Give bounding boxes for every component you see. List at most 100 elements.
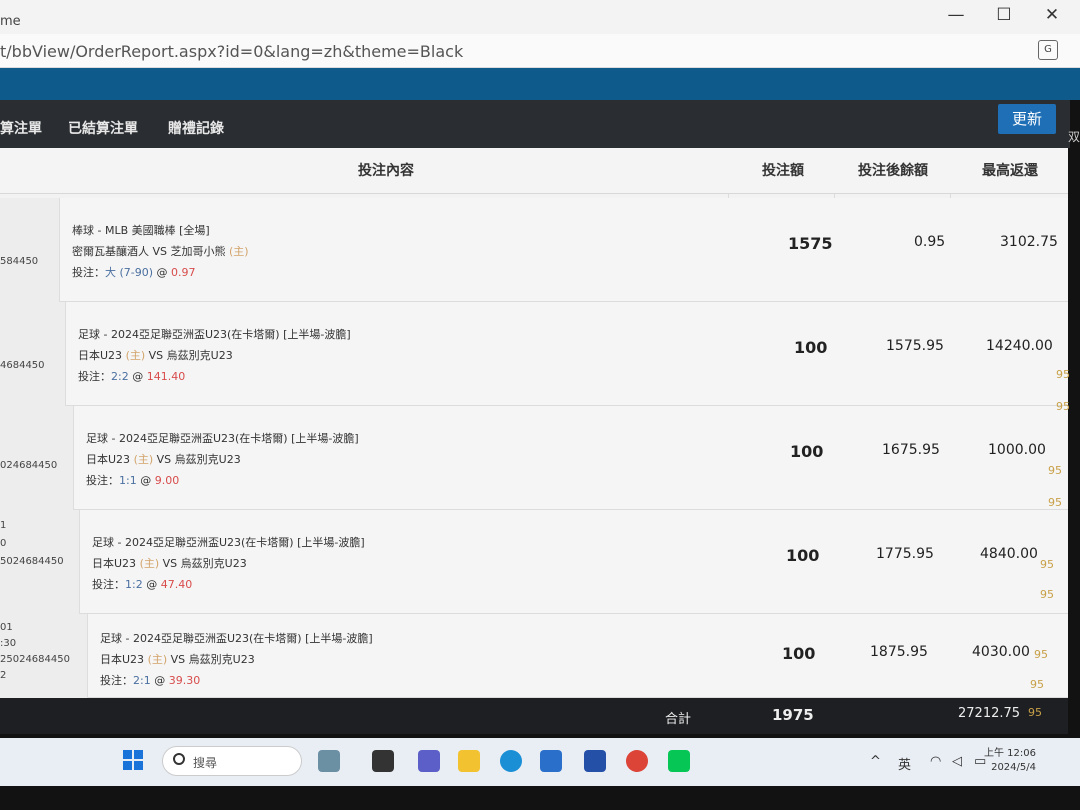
minimize-button[interactable]: — [936, 4, 976, 26]
header-max-return: 最高返還 [982, 163, 1038, 179]
balance-value: 1875.95 [870, 644, 928, 660]
tab-gift-records[interactable]: 贈禮記錄 [168, 118, 224, 138]
table-row[interactable]: 01 :30 25024684450 2 足球 - 2024亞足聯亞洲盃U23(… [0, 614, 1068, 698]
match-line: 密爾瓦基釀酒人 VS 芝加哥小熊 (主) [72, 241, 249, 262]
bet-selection: 1:2 [125, 578, 143, 591]
side-number: 95 [1028, 706, 1042, 719]
order-id-cell: 01 :30 25024684450 2 [0, 614, 88, 698]
tab-unsettled-orders[interactable]: 算注單 [0, 118, 42, 138]
team-a: 日本U23 [86, 453, 131, 466]
volume-icon[interactable]: ◁ [952, 754, 962, 769]
taskbar-search[interactable]: 搜尋 [162, 746, 302, 776]
browser-titlebar: me — ☐ ✕ [0, 0, 1080, 34]
window-title: me [0, 14, 21, 29]
total-label: 合計 [665, 712, 692, 727]
order-id: 4684450 [0, 360, 45, 371]
max-return-value: 14240.00 [986, 338, 1053, 354]
table-row[interactable]: 584450 棒球 - MLB 美國職棒 [全場] 密爾瓦基釀酒人 VS 芝加哥… [0, 198, 1068, 302]
header-balance: 投注後餘額 [858, 163, 928, 179]
header-content: 投注內容 [358, 163, 414, 179]
bet-prefix: 投注： [72, 266, 105, 279]
bet-line: 投注：2:1 @ 39.30 [100, 670, 373, 691]
balance-value: 1575.95 [886, 338, 944, 354]
windows-start-icon[interactable] [123, 750, 143, 770]
order-id-cell: 1 0 5024684450 [0, 510, 80, 614]
clock-time: 上午 12:06 [984, 748, 1036, 759]
teams-icon[interactable] [418, 750, 440, 772]
team-b: 烏茲別克U23 [174, 453, 241, 466]
file-explorer-icon[interactable] [458, 750, 480, 772]
event-title: 足球 - 2024亞足聯亞洲盃U23(在卡塔爾) [上半場-波膽] [92, 536, 365, 549]
header-stake: 投注額 [762, 163, 804, 179]
home-mark: (主) [229, 245, 249, 258]
max-return-value: 1000.00 [988, 442, 1046, 458]
close-button[interactable]: ✕ [1032, 4, 1072, 26]
address-bar[interactable]: t/bbView/OrderReport.aspx?id=0&lang=zh&t… [0, 34, 1080, 68]
taskbar-clock[interactable]: 上午 12:06 2024/5/4 [984, 747, 1036, 775]
bet-odds: 141.40 [146, 370, 186, 383]
order-id: :30 [0, 638, 17, 649]
maximize-button[interactable]: ☐ [984, 4, 1024, 26]
total-max-return: 27212.75 [958, 706, 1021, 721]
side-edge-label: 双 [1068, 130, 1080, 144]
stake-value: 100 [794, 338, 828, 357]
line-app-icon[interactable] [668, 750, 690, 772]
home-mark: (主) [147, 653, 168, 666]
order-id: 25024684450 [0, 654, 70, 665]
bet-selection: 2:2 [111, 370, 129, 383]
app-icon[interactable] [584, 750, 606, 772]
search-placeholder: 搜尋 [193, 756, 218, 770]
bet-odds: 9.00 [154, 474, 180, 487]
table-row[interactable]: 4684450 足球 - 2024亞足聯亞洲盃U23(在卡塔爾) [上半場-波膽… [0, 302, 1068, 406]
table-row[interactable]: 024684450 足球 - 2024亞足聯亞洲盃U23(在卡塔爾) [上半場-… [0, 406, 1068, 510]
ime-indicator[interactable]: 英 [898, 754, 911, 773]
widgets-icon[interactable] [318, 750, 340, 772]
max-return-value: 4030.00 [972, 644, 1030, 660]
side-number: 95 [1034, 648, 1048, 661]
team-b: 烏茲別克U23 [180, 557, 247, 570]
edge-browser-icon[interactable] [500, 750, 522, 772]
at-sign: @ [156, 266, 168, 279]
event-title: 足球 - 2024亞足聯亞洲盃U23(在卡塔爾) [上半場-波膽] [100, 632, 373, 645]
home-mark: (主) [139, 557, 160, 570]
bet-selection: 1:1 [119, 474, 137, 487]
balance-value: 1675.95 [882, 442, 940, 458]
report-nav: 算注單 已結算注單 贈禮記錄 更新 [0, 100, 1070, 148]
wifi-icon[interactable]: ◠ [930, 754, 941, 769]
side-number: 95 [1048, 496, 1062, 509]
task-view-icon[interactable] [372, 750, 394, 772]
url-text[interactable]: t/bbView/OrderReport.aspx?id=0&lang=zh&t… [0, 42, 463, 61]
order-id: 584450 [0, 256, 39, 267]
bet-line: 投注：大 (7-90) @ 0.97 [72, 262, 249, 283]
balance-value: 0.95 [914, 234, 946, 250]
bet-content: 足球 - 2024亞足聯亞洲盃U23(在卡塔爾) [上半場-波膽] 日本U23 … [92, 532, 365, 595]
order-id: 0 [0, 538, 7, 549]
side-number: 95 [1056, 368, 1070, 381]
table-row[interactable]: 1 0 5024684450 足球 - 2024亞足聯亞洲盃U23(在卡塔爾) … [0, 510, 1068, 614]
translate-icon[interactable]: G [1038, 40, 1058, 60]
vs-label: VS [148, 349, 164, 362]
tray-chevron-up-icon[interactable]: ^ [870, 754, 881, 769]
vs-label: VS [152, 245, 168, 258]
at-sign: @ [154, 674, 166, 687]
bet-odds: 47.40 [160, 578, 193, 591]
store-icon[interactable] [540, 750, 562, 772]
side-number: 95 [1048, 464, 1062, 477]
chrome-browser-icon[interactable] [626, 750, 648, 772]
tab-settled-orders[interactable]: 已結算注單 [68, 118, 138, 138]
bet-prefix: 投注： [86, 474, 119, 487]
refresh-button[interactable]: 更新 [998, 104, 1056, 134]
team-b: 芝加哥小熊 [170, 245, 226, 258]
total-row: 合計 1975 27212.75 [0, 698, 1068, 734]
home-mark: (主) [125, 349, 146, 362]
home-mark: (主) [133, 453, 154, 466]
vs-label: VS [156, 453, 172, 466]
vs-label: VS [170, 653, 186, 666]
clock-date: 2024/5/4 [991, 762, 1036, 773]
bet-odds: 39.30 [168, 674, 201, 687]
site-header-strip [0, 68, 1080, 100]
team-b: 烏茲別克U23 [166, 349, 233, 362]
side-number: 95 [1030, 678, 1044, 691]
max-return-value: 3102.75 [1000, 234, 1058, 250]
side-number: 95 [1040, 558, 1054, 571]
